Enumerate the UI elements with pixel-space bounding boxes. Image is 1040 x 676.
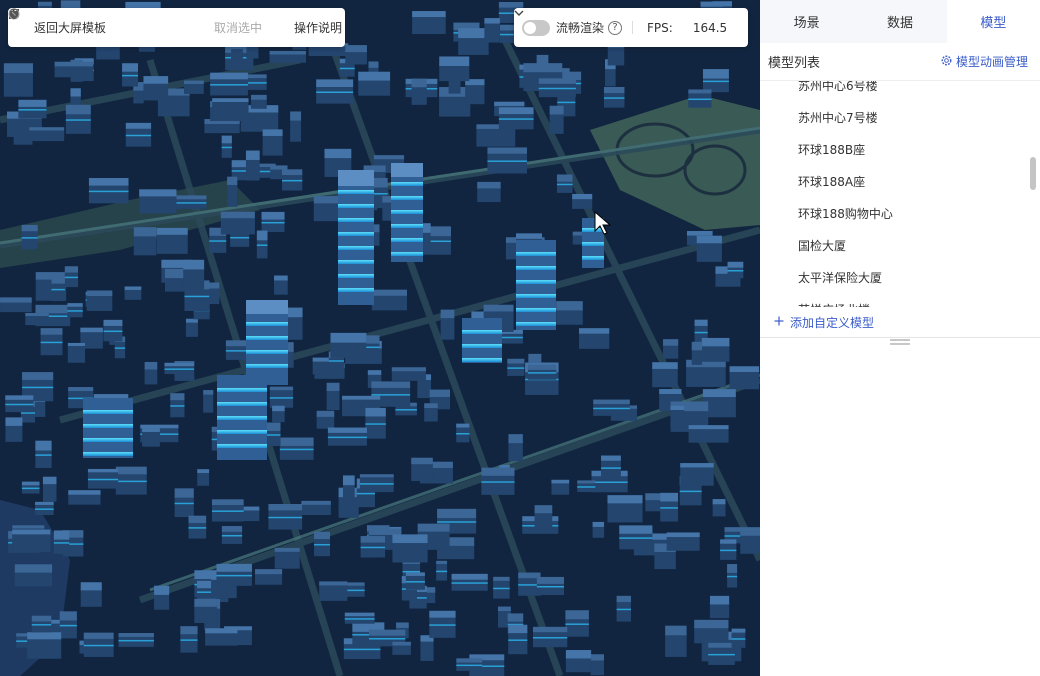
- side-panel: 场景 数据 模型 模型列表 模型动画管理 苏州中心6号楼 苏州中心7号楼 环球1…: [760, 0, 1040, 676]
- divider: [632, 21, 634, 34]
- model-item[interactable]: 苏州中心7号楼: [760, 102, 1030, 134]
- help-button[interactable]: 操作说明: [9, 8, 343, 36]
- cube-front-icon: [9, 9, 134, 35]
- city-3d-viewport[interactable]: 返回大屏模板 取消选中 操作说明 流畅渲染 ? FPS: 164.5: [0, 0, 760, 676]
- render-toolbar: 流畅渲染 ? FPS: 164.5: [514, 8, 748, 47]
- model-item[interactable]: 苏悦广场北楼: [760, 294, 1030, 307]
- model-animation-manage-button[interactable]: 模型动画管理: [941, 53, 1028, 70]
- cancel-select-label: 取消选中: [214, 21, 263, 35]
- fps-label: FPS:: [647, 20, 673, 35]
- model-list-title: 模型列表: [768, 56, 821, 71]
- back-label: 返回大屏模板: [34, 21, 107, 35]
- model-list: 苏州中心6号楼 苏州中心7号楼 环球188B座 环球188A座 环球188购物中…: [760, 81, 1040, 307]
- tab-data[interactable]: 数据: [853, 0, 946, 43]
- model-item[interactable]: 国检大厦: [760, 230, 1030, 262]
- city-scene: [0, 0, 760, 676]
- plus-icon: [774, 315, 784, 329]
- chevron-left-icon: [10, 8, 30, 35]
- scrollbar-thumb[interactable]: [1030, 157, 1036, 190]
- model-item[interactable]: 环球188购物中心: [760, 198, 1030, 230]
- model-item[interactable]: 环球188A座: [760, 166, 1030, 198]
- smooth-render-label: 流畅渲染: [556, 21, 605, 35]
- panel-resize-handle[interactable]: [890, 339, 910, 345]
- help-label: 操作说明: [294, 21, 343, 35]
- view-front-button[interactable]: [9, 9, 134, 35]
- model-items: 苏州中心6号楼 苏州中心7号楼 环球188B座 环球188A座 环球188购物中…: [760, 81, 1030, 307]
- scene-toolbar: 返回大屏模板 取消选中 操作说明: [8, 8, 345, 47]
- lightbulb-icon: [9, 8, 290, 35]
- view-side-button[interactable]: [9, 9, 182, 35]
- cube-top-icon: [9, 9, 158, 35]
- view-top-button[interactable]: [9, 9, 158, 35]
- add-custom-model-button[interactable]: 添加自定义模型: [760, 307, 1040, 338]
- question-icon[interactable]: ?: [608, 20, 623, 35]
- model-list-scrollbar[interactable]: [1030, 81, 1039, 307]
- fps-value: 164.5: [692, 20, 728, 35]
- model-list-header: 模型列表 模型动画管理: [760, 43, 1040, 81]
- model-animation-manage-label: 模型动画管理: [955, 55, 1028, 69]
- add-custom-model-label: 添加自定义模型: [790, 315, 875, 330]
- smooth-render-toggle[interactable]: [522, 19, 550, 36]
- cancel-circle-icon: [8, 8, 210, 35]
- tab-scene[interactable]: 场景: [760, 0, 853, 43]
- back-to-template-button[interactable]: 返回大屏模板: [10, 8, 107, 36]
- model-item[interactable]: 太平洋保险大厦: [760, 262, 1030, 294]
- model-item[interactable]: 环球188B座: [760, 134, 1030, 166]
- cube-side-icon: [9, 9, 182, 35]
- tab-model[interactable]: 模型: [946, 0, 1040, 43]
- panel-tabs: 场景 数据 模型: [760, 0, 1040, 43]
- model-item[interactable]: 苏州中心6号楼: [760, 81, 1030, 102]
- cancel-select-button[interactable]: 取消选中: [8, 8, 263, 36]
- gear-icon: [941, 55, 952, 69]
